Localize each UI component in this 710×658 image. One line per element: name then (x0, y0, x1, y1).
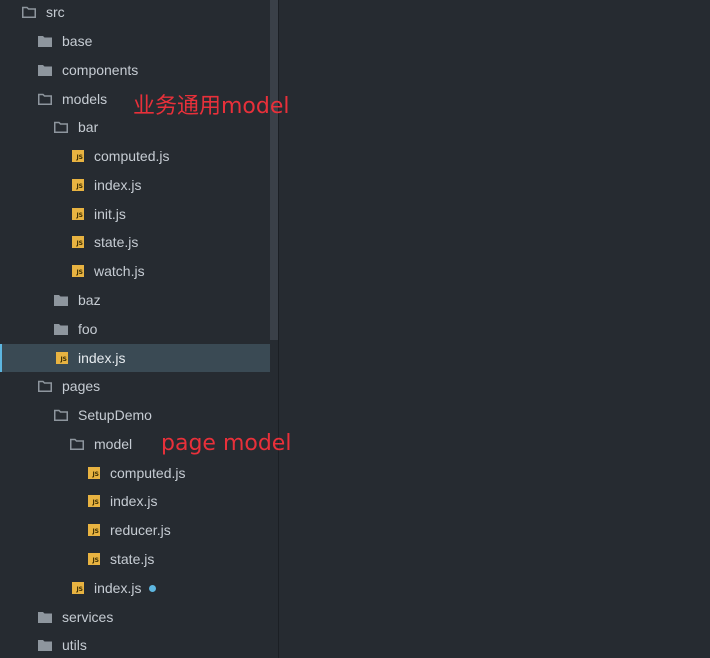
js-file-icon: JS (72, 150, 84, 162)
tree-item-label: state.js (110, 551, 155, 567)
folder-open-icon (22, 6, 36, 18)
tree-item-base[interactable]: base (0, 27, 270, 55)
js-file-icon: JS (72, 208, 84, 220)
tree-item-label: index.js (94, 580, 142, 596)
tree-item-label: model (94, 436, 133, 452)
tree-item-label: pages (62, 378, 101, 394)
tree-item-foo[interactable]: foo (0, 315, 270, 343)
js-file-icon: JS (88, 524, 100, 536)
tree-item-components[interactable]: components (0, 56, 270, 84)
file-explorer-app: src base components models bar JS comput… (0, 0, 710, 658)
tree-item-label: baz (78, 292, 101, 308)
js-file-icon: JS (72, 179, 84, 191)
js-file-icon: JS (88, 553, 100, 565)
tree-item-label: components (62, 62, 139, 78)
tree-item-baz[interactable]: baz (0, 286, 270, 314)
tree-item-setupdemo-index-js[interactable]: JS index.js (0, 574, 270, 602)
tree-item-model-computed-js[interactable]: JS computed.js (0, 459, 270, 487)
editor-pane[interactable] (279, 0, 710, 658)
folder-open-icon (38, 93, 52, 105)
js-file-icon: JS (72, 265, 84, 277)
tree-item-label: reducer.js (110, 522, 171, 538)
sidebar-scrollbar[interactable] (270, 0, 278, 340)
tree-item-label: services (62, 609, 114, 625)
folder-open-icon (54, 409, 68, 421)
tree-item-label: index.js (78, 350, 126, 366)
folder-open-icon (38, 380, 52, 392)
tree-item-utils[interactable]: utils (0, 631, 270, 658)
tree-item-services[interactable]: services (0, 603, 270, 631)
tree-item-label: watch.js (94, 263, 145, 279)
tree-item-model-state-js[interactable]: JS state.js (0, 545, 270, 573)
tree-item-label: computed.js (94, 148, 170, 164)
tree-item-state-js[interactable]: JS state.js (0, 228, 270, 256)
tree-item-index-js[interactable]: JS index.js (0, 171, 270, 199)
tree-item-label: utils (62, 637, 87, 653)
tree-item-init-js[interactable]: JS init.js (0, 200, 270, 228)
tree-item-setupdemo[interactable]: SetupDemo (0, 401, 270, 429)
folder-icon (38, 611, 52, 623)
tree-item-pages[interactable]: pages (0, 372, 270, 400)
tree-item-label: base (62, 33, 93, 49)
annotation-page-model: page model (161, 431, 292, 456)
tree-item-label: models (62, 91, 108, 107)
folder-open-icon (70, 438, 84, 450)
tree-item-label: computed.js (110, 465, 186, 481)
folder-icon (54, 294, 68, 306)
js-file-icon: JS (56, 352, 68, 364)
folder-icon (38, 639, 52, 651)
tree-item-label: index.js (110, 493, 158, 509)
js-file-icon: JS (88, 495, 100, 507)
tree-item-watch-js[interactable]: JS watch.js (0, 257, 270, 285)
tree-item-label: bar (78, 119, 99, 135)
annotation-business-model: 业务通用model (133, 94, 290, 119)
tree-item-computed-js[interactable]: JS computed.js (0, 142, 270, 170)
folder-open-icon (54, 121, 68, 133)
tree-item-label: index.js (94, 177, 142, 193)
tree-item-label: foo (78, 321, 98, 337)
tree-item-src[interactable]: src (0, 0, 270, 26)
tree-item-label: init.js (94, 206, 126, 222)
tree-item-model-reducer-js[interactable]: JS reducer.js (0, 516, 270, 544)
tree-item-label: SetupDemo (78, 407, 152, 423)
js-file-icon: JS (72, 236, 84, 248)
folder-icon (38, 35, 52, 47)
folder-icon (54, 323, 68, 335)
tree-item-label: state.js (94, 234, 139, 250)
tree-item-models-index-js-selected[interactable]: JS index.js (0, 344, 270, 372)
folder-icon (38, 64, 52, 76)
tree-item-model-index-js[interactable]: JS index.js (0, 487, 270, 515)
modified-indicator-dot (149, 584, 157, 592)
js-file-icon: JS (88, 467, 100, 479)
js-file-icon: JS (72, 582, 84, 594)
tree-item-label: src (46, 4, 65, 20)
